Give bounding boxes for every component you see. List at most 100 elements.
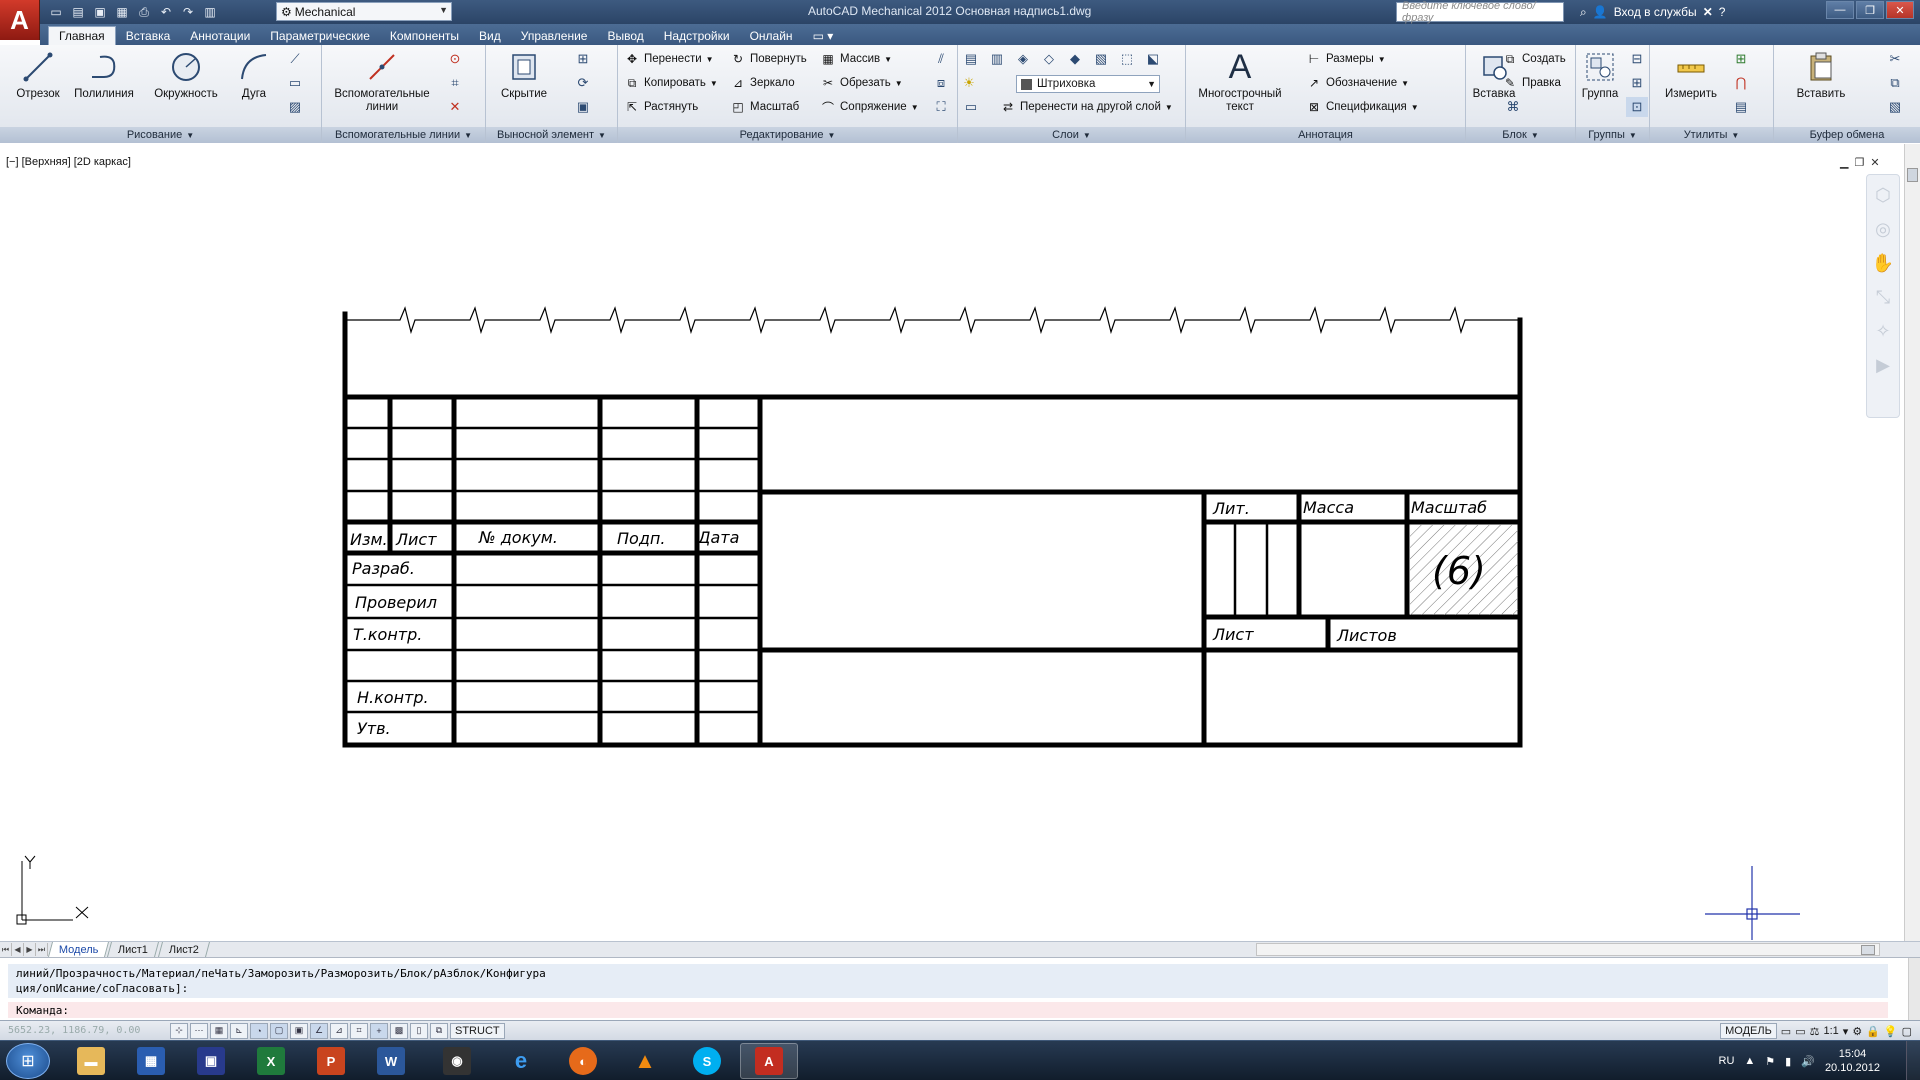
title-block-thin-lines <box>343 426 1269 714</box>
camera-icon: ◉ <box>443 1047 471 1075</box>
label-approved: Утв. <box>357 719 391 738</box>
floppy-icon: ▣ <box>197 1047 225 1075</box>
layout-tab-model[interactable]: Модель <box>47 942 110 957</box>
taskbar-word[interactable]: W <box>362 1043 420 1079</box>
lock-icon[interactable]: 🔒 <box>1866 1025 1880 1038</box>
snap-mode-icon[interactable]: ⋯ <box>190 1022 208 1039</box>
skype-icon: S <box>693 1047 721 1075</box>
tray-expand-icon[interactable]: ▲ <box>1744 1055 1755 1067</box>
label-list: Лист <box>395 530 437 549</box>
otrack-icon[interactable]: ∠ <box>310 1022 328 1039</box>
label-mass: Масса <box>1303 498 1354 517</box>
command-scrollbar[interactable] <box>1908 958 1920 1021</box>
system-tray: RU ▲ ⚑ ▮ 🔊 15:04 20.10.2012 <box>1719 1041 1880 1080</box>
quick-view-drawings-icon[interactable]: ▭ <box>1795 1025 1805 1038</box>
label-date: Дата <box>697 528 739 547</box>
object-snap-icon[interactable]: ▢ <box>270 1022 288 1039</box>
label-sheets: Листов <box>1336 626 1397 645</box>
command-history: линий/Прозрачность/Материал/пеЧать/Замор… <box>8 964 1888 998</box>
label-scale: Масштаб <box>1411 498 1487 517</box>
application-menu-button[interactable]: A <box>0 0 40 40</box>
label-checked: Проверил <box>355 593 437 612</box>
label-sheet: Лист <box>1212 625 1254 644</box>
clean-screen-icon[interactable]: ▢ <box>1902 1025 1912 1038</box>
command-line-window: линий/Прозрачность/Материал/пеЧать/Замор… <box>0 957 1920 1021</box>
windows-taskbar: ⊞ ▬ ▦ ▣ X P W ◉ e ◐ ▲ S A RU ▲ ⚑ ▮ 🔊 15:… <box>0 1040 1920 1080</box>
3d-osnap-icon[interactable]: ▣ <box>290 1022 308 1039</box>
ie-icon: e <box>514 1048 528 1073</box>
layout-tab-sheet1[interactable]: Лист1 <box>107 942 160 957</box>
command-history-line: линий/Прозрачность/Материал/пеЧать/Замор… <box>16 967 546 980</box>
taskbar-powerpoint[interactable]: P <box>302 1043 360 1079</box>
infer-constraints-icon[interactable]: ⊹ <box>170 1022 188 1039</box>
next-tab-icon[interactable]: ▶ <box>24 943 36 956</box>
network-icon[interactable]: ▮ <box>1785 1055 1791 1068</box>
title-block-drawing: Изм. Лист № докум. Подп. Дата Разраб. Пр… <box>16 306 1800 940</box>
taskbar-skype[interactable]: S <box>678 1043 736 1079</box>
label-sign: Подп. <box>617 529 665 548</box>
horizontal-scrollbar-thumb[interactable] <box>1861 945 1875 955</box>
dynamic-input-icon[interactable]: ⌗ <box>350 1022 368 1039</box>
taskbar-autocad[interactable]: A <box>740 1043 798 1079</box>
scale-field-value: (6) <box>1432 549 1486 593</box>
calculator-icon: ▦ <box>137 1047 165 1075</box>
status-bar: 5652.23, 1186.79, 0.00 ⊹ ⋯ ▦ ⊾ ◔ ▢ ▣ ∠ ⊿… <box>0 1020 1920 1040</box>
clock-time: 15:04 <box>1838 1048 1867 1060</box>
lineweight-icon[interactable]: + <box>370 1022 388 1039</box>
flag-icon[interactable]: ⚑ <box>1765 1055 1775 1068</box>
model-space-toggle[interactable]: МОДЕЛЬ <box>1720 1023 1777 1039</box>
firefox-icon: ◐ <box>569 1047 597 1075</box>
taskbar-firefox[interactable]: ◐ <box>554 1043 612 1079</box>
folder-icon: ▬ <box>77 1047 105 1075</box>
volume-icon[interactable]: 🔊 <box>1801 1055 1815 1068</box>
selection-cycling-icon[interactable]: ⧉ <box>430 1022 448 1039</box>
ducs-icon[interactable]: ⊿ <box>330 1022 348 1039</box>
prev-tab-icon[interactable]: ◀ <box>12 943 24 956</box>
clock[interactable]: 15:04 20.10.2012 <box>1825 1047 1880 1075</box>
taskbar-excel[interactable]: X <box>242 1043 300 1079</box>
command-history-line: ция/опИсание/соГласовать]: <box>16 982 189 995</box>
vertical-scrollbar[interactable] <box>1904 144 1920 941</box>
excel-icon: X <box>257 1047 285 1075</box>
status-bar-right: МОДЕЛЬ ▭ ▭ ⚖ 1:1 ▾ ⚙ 🔒 💡 ▢ <box>1720 1023 1912 1039</box>
last-tab-icon[interactable]: ⏭ <box>36 943 48 956</box>
taskbar-vlc[interactable]: ▲ <box>616 1043 674 1079</box>
language-indicator[interactable]: RU <box>1719 1055 1735 1067</box>
start-button[interactable]: ⊞ <box>6 1043 50 1079</box>
workspace-switch-icon[interactable]: ⚙ <box>1852 1025 1862 1038</box>
label-developed: Разраб. <box>352 559 415 578</box>
horizontal-scrollbar[interactable] <box>1256 943 1880 956</box>
quick-properties-icon[interactable]: ▯ <box>410 1022 428 1039</box>
polar-tracking-icon[interactable]: ◔ <box>250 1022 268 1039</box>
first-tab-icon[interactable]: ⏮ <box>0 943 12 956</box>
taskbar-explorer[interactable]: ▬ <box>62 1043 120 1079</box>
taskbar-save-app[interactable]: ▣ <box>182 1043 240 1079</box>
label-izm: Изм. <box>350 530 388 549</box>
transparency-icon[interactable]: ▩ <box>390 1022 408 1039</box>
show-desktop-button[interactable] <box>1906 1041 1920 1080</box>
isolate-objects-icon[interactable]: 💡 <box>1884 1025 1898 1038</box>
quick-view-layouts-icon[interactable]: ▭ <box>1781 1025 1791 1038</box>
vlc-icon: ▲ <box>634 1048 656 1073</box>
ucs-icon <box>16 855 89 925</box>
label-lit: Лит. <box>1212 499 1250 518</box>
break-line <box>344 306 1521 335</box>
taskbar-camera[interactable]: ◉ <box>428 1043 486 1079</box>
annotation-scale-icon[interactable]: ⚖ <box>1810 1025 1820 1038</box>
struct-toggle[interactable]: STRUCT <box>450 1022 505 1039</box>
label-norm-control: Н.контр. <box>357 688 429 707</box>
vertical-scrollbar-thumb[interactable] <box>1907 168 1918 182</box>
command-input[interactable]: Команда: <box>8 1002 1888 1018</box>
windows-logo-icon: ⊞ <box>21 1053 35 1070</box>
autocad-icon: A <box>755 1047 783 1075</box>
taskbar-calculator[interactable]: ▦ <box>122 1043 180 1079</box>
taskbar-internet-explorer[interactable]: e <box>492 1043 550 1079</box>
annotation-scale-value[interactable]: 1:1 <box>1823 1025 1838 1037</box>
grid-display-icon[interactable]: ▦ <box>210 1022 228 1039</box>
layout-tab-sheet2[interactable]: Лист2 <box>157 942 210 957</box>
powerpoint-icon: P <box>317 1047 345 1075</box>
chevron-down-icon[interactable]: ▾ <box>1843 1025 1849 1038</box>
label-doc-no: № докум. <box>478 528 558 547</box>
ortho-mode-icon[interactable]: ⊾ <box>230 1022 248 1039</box>
coordinate-readout: 5652.23, 1186.79, 0.00 <box>8 1025 141 1036</box>
